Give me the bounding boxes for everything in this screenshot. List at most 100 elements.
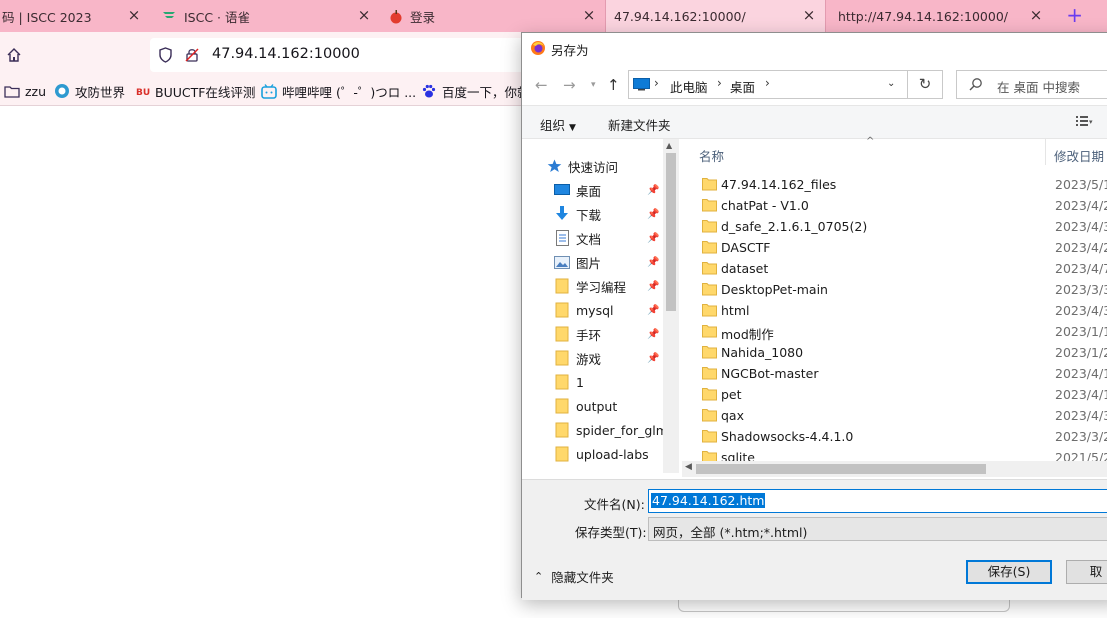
tab-label: 登录	[410, 9, 436, 25]
nav-item-mysql[interactable]: mysql	[554, 299, 614, 321]
home-icon[interactable]	[6, 47, 22, 63]
refresh-icon[interactable]: ↻	[908, 70, 943, 99]
list-item[interactable]: d_safe_2.1.6.1_0705(2) 2023/4/3	[700, 216, 1107, 237]
list-item[interactable]: DASCTF 2023/4/2	[700, 237, 1107, 258]
up-arrow-icon[interactable]: ↑	[607, 76, 620, 94]
search-box[interactable]: 在 桌面 中搜索	[956, 70, 1107, 99]
address-dropdown-icon[interactable]: ⌄	[887, 78, 895, 89]
nav-item-downloads[interactable]: 下载	[554, 203, 601, 225]
document-icon	[554, 230, 570, 246]
yuque-icon	[162, 8, 178, 24]
back-arrow-icon[interactable]: ←	[535, 76, 548, 94]
pin-icon: 📌	[647, 257, 660, 268]
bookmark-bilibili[interactable]: 哔哩哔哩 (゜-゜)つロ ...	[261, 82, 416, 100]
search-icon	[969, 77, 983, 94]
list-item[interactable]: 47.94.14.162_files 2023/5/1	[700, 174, 1107, 195]
pin-icon: 📌	[647, 329, 660, 340]
bookmark-label: 哔哩哔哩 (゜-゜)つロ ...	[282, 84, 417, 100]
url-bar[interactable]: 47.94.14.162:10000	[150, 38, 540, 72]
shield-icon[interactable]	[158, 47, 173, 66]
list-item[interactable]: Shadowsocks-4.4.1.0 2023/3/2	[700, 426, 1107, 447]
close-icon[interactable]: ×	[356, 7, 372, 23]
cancel-button[interactable]: 取	[1066, 560, 1107, 584]
forward-arrow-icon[interactable]: →	[563, 76, 576, 94]
nav-pane-scrollbar[interactable]: ▲	[663, 139, 679, 473]
filetype-select[interactable]: 网页，全部 (*.htm;*.html)	[648, 517, 1107, 541]
breadcrumb-chevron-icon[interactable]: ›	[765, 76, 770, 90]
file-list-hscrollbar[interactable]: ◀	[682, 461, 1107, 477]
dialog-titlebar[interactable]: 另存为	[522, 33, 1107, 63]
url-text[interactable]: 47.94.14.162:10000	[212, 46, 360, 62]
svg-text:▾: ▾	[1089, 118, 1093, 126]
file-date: 2023/5/1	[1055, 177, 1107, 192]
nav-item-label: 下载	[576, 207, 602, 223]
file-date: 2023/3/2	[1055, 429, 1107, 444]
nav-item-1[interactable]: 1	[554, 371, 584, 393]
tab-login[interactable]: 登录 ×	[380, 0, 605, 32]
close-icon[interactable]: ×	[126, 7, 142, 23]
list-item[interactable]: html 2023/4/3	[700, 300, 1107, 321]
nav-item-games[interactable]: 游戏	[554, 347, 601, 369]
file-date: 2023/3/3	[1055, 282, 1107, 297]
tab-http-ip[interactable]: http://47.94.14.162:10000/ ×	[830, 0, 1052, 32]
nav-item-label: 1	[576, 374, 584, 390]
nav-item-spider-for-glm[interactable]: spider_for_glm	[554, 419, 668, 441]
bookmark-label: BUUCTF在线评测	[155, 84, 256, 100]
nav-item-desktop[interactable]: 桌面	[554, 179, 601, 201]
close-icon[interactable]: ×	[581, 7, 597, 23]
list-item[interactable]: Nahida_1080 2023/1/2	[700, 342, 1107, 363]
filename-value[interactable]: 47.94.14.162.htm	[651, 493, 766, 508]
scrollbar-thumb[interactable]	[666, 153, 676, 311]
file-name: DesktopPet-main	[721, 282, 828, 297]
breadcrumb-desktop[interactable]: 桌面	[730, 77, 755, 96]
tab-iscc-2023[interactable]: 码 | ISCC 2023 ×	[0, 0, 150, 32]
list-item[interactable]: dataset 2023/4/7	[700, 258, 1107, 279]
file-name: mod制作	[721, 327, 774, 342]
tab-iscc-yuque[interactable]: ISCC · 语雀 ×	[154, 0, 380, 32]
list-item[interactable]: pet 2023/4/1	[700, 384, 1107, 405]
scroll-left-icon[interactable]: ◀	[685, 462, 692, 472]
column-header-name[interactable]: 名称	[699, 146, 724, 165]
nav-item-documents[interactable]: 文档	[554, 227, 601, 249]
nav-item-upload-labs[interactable]: upload-labs	[554, 443, 649, 465]
breadcrumb-chevron-icon[interactable]: ›	[654, 76, 659, 90]
hide-folders-toggle[interactable]: ⌃ 隐藏文件夹	[534, 567, 614, 586]
nav-item-label: spider_for_glm	[576, 422, 668, 438]
bookmark-baidu[interactable]: 百度一下，你就	[421, 82, 530, 100]
organize-button[interactable]: 组织 ▼	[540, 115, 576, 134]
column-header-date[interactable]: 修改日期	[1054, 146, 1104, 165]
new-tab-button[interactable]: +	[1066, 5, 1083, 25]
folder-icon	[702, 177, 717, 194]
nav-item-output[interactable]: output	[554, 395, 617, 417]
bookmark-zzu[interactable]: zzu	[4, 82, 46, 100]
breadcrumb-chevron-icon[interactable]: ›	[717, 76, 722, 90]
scrollbar-thumb[interactable]	[696, 464, 986, 474]
insecure-lock-icon[interactable]	[184, 47, 200, 66]
address-bar[interactable]: › 此电脑 › 桌面 › ⌄	[628, 70, 908, 99]
quick-access[interactable]: 快速访问	[546, 155, 618, 177]
nav-item-study-programming[interactable]: 学习编程	[554, 275, 626, 297]
column-divider[interactable]	[1045, 139, 1046, 165]
new-folder-button[interactable]: 新建文件夹	[608, 115, 671, 134]
scroll-up-icon[interactable]: ▲	[666, 141, 672, 150]
search-placeholder: 在 桌面 中搜索	[997, 80, 1080, 95]
buu-icon: BU	[136, 85, 150, 97]
nav-item-pictures[interactable]: 图片	[554, 251, 601, 273]
list-item[interactable]: mod制作 2023/1/1	[700, 321, 1107, 342]
close-icon[interactable]: ×	[1028, 7, 1044, 23]
view-options-icon[interactable]: ▾	[1076, 115, 1094, 130]
folder-icon	[702, 240, 717, 257]
close-icon[interactable]: ×	[801, 7, 817, 23]
list-item[interactable]: NGCBot-master 2023/4/1	[700, 363, 1107, 384]
breadcrumb-this-pc[interactable]: 此电脑	[670, 77, 708, 96]
bookmark-buuctf[interactable]: BU BUUCTF在线评测	[136, 82, 255, 100]
list-item[interactable]: qax 2023/4/3	[700, 405, 1107, 426]
recent-locations-chevron-icon[interactable]: ▾	[591, 80, 596, 90]
nav-item-wristband[interactable]: 手环	[554, 323, 601, 345]
filename-input[interactable]: 47.94.14.162.htm	[648, 489, 1107, 513]
save-button[interactable]: 保存(S)	[966, 560, 1052, 584]
bookmark-gongfang[interactable]: 攻防世界	[54, 82, 125, 100]
list-item[interactable]: chatPat - V1.0 2023/4/2	[700, 195, 1107, 216]
list-item[interactable]: DesktopPet-main 2023/3/3	[700, 279, 1107, 300]
tab-active-ip[interactable]: 47.94.14.162:10000/ ×	[605, 0, 826, 32]
